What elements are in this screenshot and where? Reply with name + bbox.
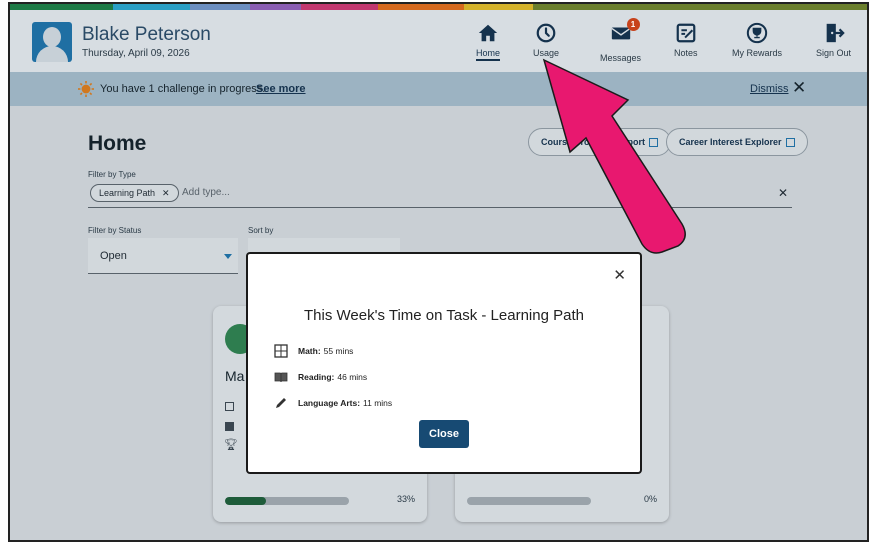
sign-out-icon — [826, 23, 845, 43]
career-interest-explorer-button[interactable]: Career Interest Explorer — [666, 128, 808, 156]
add-type-input[interactable]: Add type... — [182, 187, 230, 198]
close-icon[interactable]: ✕ — [613, 266, 626, 284]
progress-bar — [467, 497, 591, 505]
career-interest-explorer-label: Career Interest Explorer — [679, 137, 782, 147]
nav-usage-label: Usage — [533, 48, 560, 58]
math-value: 55 mins — [323, 346, 354, 356]
sort-by-label: Sort by — [248, 226, 274, 235]
nav-home-label: Home — [476, 48, 501, 61]
language-arts-value: 11 mins — [363, 398, 393, 408]
chip-label: Learning Path — [99, 188, 156, 198]
page-title: Home — [88, 132, 147, 155]
nav-my-rewards[interactable]: My Rewards — [732, 22, 782, 66]
challenge-banner: You have 1 challenge in progress. See mo… — [10, 72, 867, 106]
language-arts-label: Language Arts: — [298, 398, 361, 408]
nav-notes[interactable]: Notes — [674, 22, 698, 66]
calendar-icon — [225, 402, 234, 411]
see-more-link[interactable]: See more — [256, 83, 306, 95]
nav-sign-out-label: Sign Out — [816, 48, 852, 58]
nav-usage[interactable]: Usage — [533, 22, 559, 66]
app-window: Blake Peterson Thursday, April 09, 2026 … — [8, 2, 869, 542]
calculator-icon — [274, 344, 288, 358]
book-icon — [225, 422, 234, 431]
filter-underline — [88, 207, 792, 208]
chip-remove-icon[interactable]: ✕ — [162, 188, 170, 199]
dialog-title: This Week's Time on Task - Learning Path — [304, 307, 584, 324]
dismiss-close-icon[interactable]: ✕ — [792, 78, 806, 98]
dismiss-link[interactable]: Dismiss — [750, 83, 789, 95]
nav-messages-label: Messages — [600, 53, 642, 63]
nav-my-rewards-label: My Rewards — [732, 48, 783, 58]
trophy-icon: 🏆︎ — [224, 439, 238, 451]
language-arts-row: Language Arts: 11 mins — [274, 396, 392, 410]
progress-bar — [225, 497, 349, 505]
reading-value: 46 mins — [337, 372, 368, 382]
clear-filter-icon[interactable]: ✕ — [778, 186, 788, 200]
math-label: Math: — [298, 346, 321, 356]
card-title: Ma — [225, 368, 245, 384]
course-progress-report-label: Course Progress Report — [541, 137, 646, 147]
learning-path-chip[interactable]: Learning Path ✕ — [90, 184, 179, 202]
progress-fill — [225, 497, 266, 505]
progress-percent: 0% — [643, 494, 657, 504]
reading-row: Reading: 46 mins — [274, 370, 367, 384]
challenge-sun-icon — [78, 81, 94, 97]
current-date: Thursday, April 09, 2026 — [82, 48, 190, 59]
reading-label: Reading: — [298, 372, 335, 382]
header: Blake Peterson Thursday, April 09, 2026 … — [10, 10, 867, 72]
time-on-task-dialog: ✕ This Week's Time on Task - Learning Pa… — [246, 252, 642, 474]
pencil-icon — [276, 398, 286, 408]
external-link-icon — [785, 137, 795, 147]
nav-notes-label: Notes — [674, 48, 698, 58]
messages-count-badge: 1 — [626, 18, 640, 31]
progress-percent: 33% — [396, 494, 415, 504]
trophy-icon — [746, 22, 768, 44]
avatar[interactable] — [32, 22, 72, 62]
user-name: Blake Peterson — [82, 24, 211, 45]
math-row: Math: 55 mins — [274, 344, 353, 358]
status-select-value: Open — [100, 250, 127, 262]
notes-icon — [676, 23, 696, 43]
close-button[interactable]: Close — [419, 420, 469, 448]
filter-status-label: Filter by Status — [88, 226, 142, 235]
book-icon — [274, 372, 288, 383]
filter-type-label: Filter by Type — [88, 170, 136, 179]
status-select[interactable]: Open — [88, 238, 238, 274]
external-link-icon — [649, 137, 659, 147]
nav-home[interactable]: Home — [476, 22, 501, 66]
caret-down-icon — [224, 254, 232, 259]
challenge-message: You have 1 challenge in progress. — [100, 83, 266, 95]
nav-messages[interactable]: 1 Messages — [600, 18, 642, 66]
course-progress-report-button[interactable]: Course Progress Report — [528, 128, 672, 156]
home-icon — [478, 24, 498, 42]
nav-sign-out[interactable]: Sign Out — [816, 22, 851, 66]
clock-icon — [536, 23, 556, 43]
